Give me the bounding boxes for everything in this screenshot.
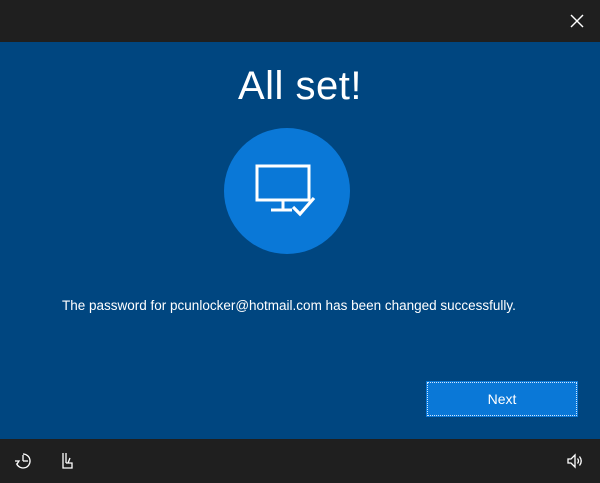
monitor-check-icon <box>255 164 316 217</box>
main-panel: All set! The password for pcunlocker@hot… <box>0 42 600 439</box>
close-button[interactable] <box>566 10 588 32</box>
on-screen-keyboard-button[interactable] <box>57 451 77 471</box>
on-screen-keyboard-icon <box>62 453 73 469</box>
ease-of-access-button[interactable] <box>13 451 33 471</box>
success-badge <box>224 128 350 254</box>
volume-icon <box>567 453 582 469</box>
setup-window: All set! The password for pcunlocker@hot… <box>0 0 600 483</box>
next-button[interactable]: Next <box>426 381 578 417</box>
bottom-bar <box>0 439 600 483</box>
volume-button[interactable] <box>565 451 585 471</box>
ease-of-access-icon <box>15 453 31 469</box>
close-icon <box>570 14 584 28</box>
status-message: The password for pcunlocker@hotmail.com … <box>62 298 516 313</box>
title-bar <box>0 0 600 42</box>
page-title: All set! <box>237 64 363 108</box>
